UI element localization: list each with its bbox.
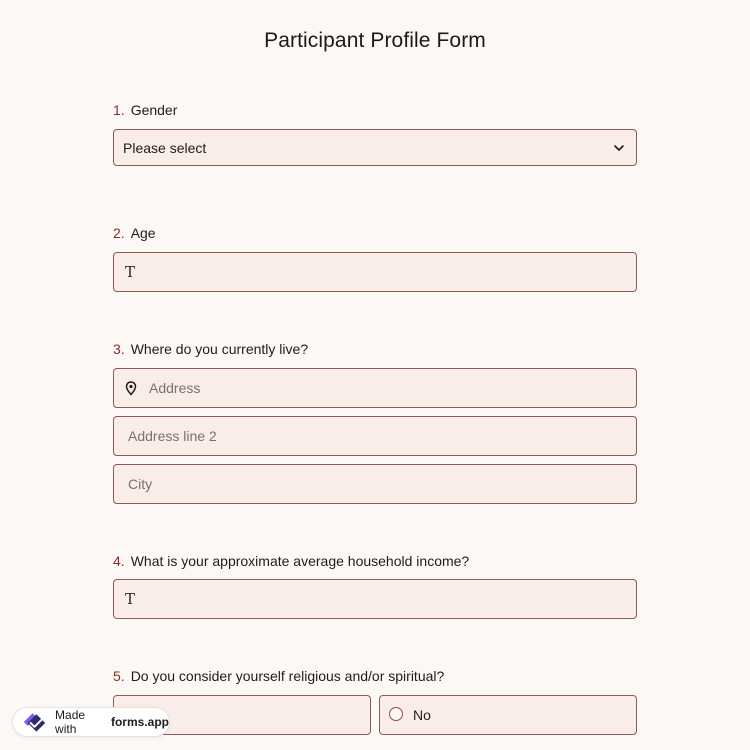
religious-radio-group: No xyxy=(113,695,637,735)
gender-select-value: Please select xyxy=(123,139,207,156)
forms-app-logo-icon xyxy=(23,713,46,732)
question-number: 4. xyxy=(113,553,125,569)
badge-brand: forms.app xyxy=(110,715,169,729)
question-label: 3. Where do you currently live? xyxy=(113,340,637,358)
question-number: 1. xyxy=(113,102,125,118)
age-input[interactable]: T xyxy=(113,252,637,292)
question-religious: 5. Do you consider yourself religious and… xyxy=(113,667,637,735)
radio-option-no[interactable]: No xyxy=(379,695,637,735)
location-pin-icon xyxy=(125,381,137,396)
address-input[interactable]: Address xyxy=(113,368,637,408)
text-type-icon: T xyxy=(125,590,136,608)
question-label: 1. Gender xyxy=(113,101,637,119)
question-number: 5. xyxy=(113,668,125,684)
question-number: 2. xyxy=(113,225,125,241)
question-age: 2. Age T xyxy=(113,224,637,292)
question-text: Do you consider yourself religious and/o… xyxy=(130,668,445,684)
question-label: 4. What is your approximate average house… xyxy=(113,552,637,570)
question-text: What is your approximate average househo… xyxy=(130,553,470,569)
radio-option-label: No xyxy=(413,707,431,723)
city-input[interactable]: City xyxy=(113,464,637,504)
income-input[interactable]: T xyxy=(113,579,637,619)
address-line2-placeholder: Address line 2 xyxy=(128,428,217,444)
radio-circle xyxy=(389,707,403,721)
badge-prefix: Made with xyxy=(55,708,86,736)
form-title: Participant Profile Form xyxy=(264,29,486,52)
question-label: 2. Age xyxy=(113,224,637,242)
gender-select[interactable]: Please select xyxy=(113,129,637,166)
question-text: Gender xyxy=(130,102,178,118)
question-income: 4. What is your approximate average house… xyxy=(113,552,637,619)
city-placeholder: City xyxy=(128,476,153,492)
question-residence: 3. Where do you currently live? Address A… xyxy=(113,340,637,504)
address-placeholder: Address xyxy=(149,380,201,396)
question-label: 5. Do you consider yourself religious and… xyxy=(113,667,637,685)
chevron-down-icon xyxy=(614,145,624,151)
made-with-badge[interactable]: Made with forms.app xyxy=(12,707,170,737)
question-text: Where do you currently live? xyxy=(130,341,309,357)
question-gender: 1. Gender Please select xyxy=(113,101,637,166)
address-line2-input[interactable]: Address line 2 xyxy=(113,416,637,456)
question-text: Age xyxy=(130,225,156,241)
text-type-icon: T xyxy=(125,263,136,281)
question-number: 3. xyxy=(113,341,125,357)
